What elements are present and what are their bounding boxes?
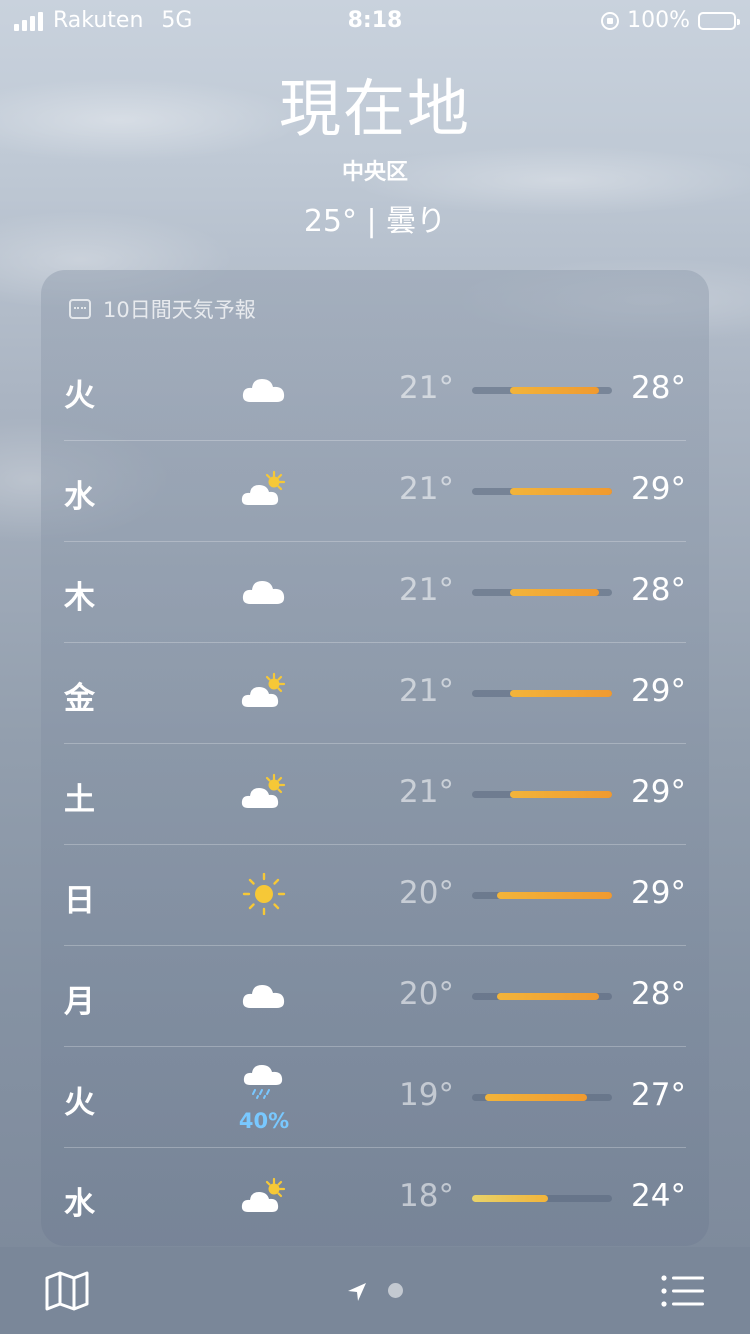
forecast-day-label: 月	[64, 984, 95, 1020]
high-temp: 29°	[631, 875, 686, 911]
ten-day-forecast-card[interactable]: 10日間天気予報 火 21° 28° 水 21° 29° 木 21° 28° 金 21° 29° 土 21…	[41, 270, 709, 1246]
forecast-row[interactable]: 月 20° 28°	[64, 946, 686, 1047]
high-temp: 29°	[631, 471, 686, 507]
forecast-day-label: 水	[64, 479, 95, 515]
list-icon[interactable]	[660, 1273, 706, 1309]
forecast-day-label: 土	[64, 782, 95, 818]
battery-group: 100%	[601, 8, 740, 33]
forecast-day-label: 金	[64, 681, 95, 717]
forecast-day-label: 日	[64, 883, 95, 919]
partly-sunny-icon	[240, 469, 288, 511]
temp-range-bar	[497, 892, 612, 899]
temp-range-bar	[510, 690, 612, 697]
high-temp: 28°	[631, 976, 686, 1012]
partly-sunny-icon	[240, 772, 288, 814]
low-temp: 21°	[399, 572, 454, 608]
cloud-icon	[240, 570, 288, 612]
low-temp: 21°	[399, 774, 454, 810]
temp-range-track	[472, 791, 612, 798]
low-temp: 19°	[399, 1077, 454, 1113]
low-temp: 21°	[399, 471, 454, 507]
temp-range-bar	[510, 387, 600, 394]
temp-range-bar	[497, 993, 600, 1000]
partly-sunny-icon	[240, 671, 288, 713]
rain-icon	[240, 1061, 288, 1103]
high-temp: 29°	[631, 673, 686, 709]
status-bar: Rakuten 5G 8:18 100%	[0, 0, 750, 40]
current-conditions: 25° | 曇り	[303, 204, 447, 239]
district-label: 中央区	[341, 160, 408, 185]
temp-range-track	[472, 488, 612, 495]
temp-range-bar	[510, 791, 612, 798]
temp-range-bar	[472, 1195, 549, 1202]
high-temp: 24°	[631, 1178, 686, 1214]
forecast-row[interactable]: 金 21° 29°	[64, 643, 686, 744]
low-temp: 20°	[399, 875, 454, 911]
temp-range-track	[472, 1195, 612, 1202]
forecast-card-title: 10日間天気予報	[103, 298, 256, 322]
temp-range-bar	[510, 589, 600, 596]
high-temp: 28°	[631, 572, 686, 608]
forecast-row[interactable]: 水 21° 29°	[64, 441, 686, 542]
map-icon[interactable]	[44, 1271, 90, 1311]
forecast-day-label: 木	[64, 580, 95, 616]
temp-range-bar	[510, 488, 612, 495]
location-arrow-icon[interactable]	[346, 1281, 368, 1303]
forecast-day-label: 水	[64, 1186, 95, 1222]
partly-sunny-icon	[240, 1176, 288, 1218]
high-temp: 28°	[631, 370, 686, 406]
cloud-icon	[240, 974, 288, 1016]
forecast-row[interactable]: 日 20° 29°	[64, 845, 686, 946]
temp-range-track	[472, 1094, 612, 1101]
temp-range-bar	[484, 1094, 587, 1101]
rotation-lock-icon	[601, 11, 620, 30]
low-temp: 21°	[399, 370, 454, 406]
temp-range-track	[472, 993, 612, 1000]
bottom-toolbar	[0, 1247, 750, 1334]
high-temp: 29°	[631, 774, 686, 810]
battery-percent: 100%	[627, 8, 690, 33]
forecast-day-label: 火	[64, 1085, 95, 1121]
location-title: 現在地	[278, 72, 471, 145]
high-temp: 27°	[631, 1077, 686, 1113]
cloud-icon	[240, 368, 288, 410]
low-temp: 20°	[399, 976, 454, 1012]
forecast-row[interactable]: 火 40% 19° 27°	[64, 1047, 686, 1148]
temp-range-track	[472, 690, 612, 697]
page-indicator-dot[interactable]	[388, 1283, 403, 1298]
temp-range-track	[472, 589, 612, 596]
location-header: 現在地 中央区 25° | 曇り	[0, 58, 750, 240]
calendar-icon	[69, 299, 91, 319]
battery-icon	[698, 11, 740, 30]
precipitation-chance: 40%	[238, 1109, 290, 1133]
forecast-row[interactable]: 土 21° 29°	[64, 744, 686, 845]
temp-range-track	[472, 892, 612, 899]
forecast-row[interactable]: 火 21° 28°	[64, 340, 686, 441]
low-temp: 21°	[399, 673, 454, 709]
forecast-row[interactable]: 木 21° 28°	[64, 542, 686, 643]
temp-range-track	[472, 387, 612, 394]
sun-icon	[240, 872, 288, 916]
forecast-day-label: 火	[64, 378, 95, 414]
forecast-row[interactable]: 水 18° 24°	[64, 1148, 686, 1249]
low-temp: 18°	[399, 1178, 454, 1214]
forecast-card-header: 10日間天気予報	[69, 294, 256, 324]
